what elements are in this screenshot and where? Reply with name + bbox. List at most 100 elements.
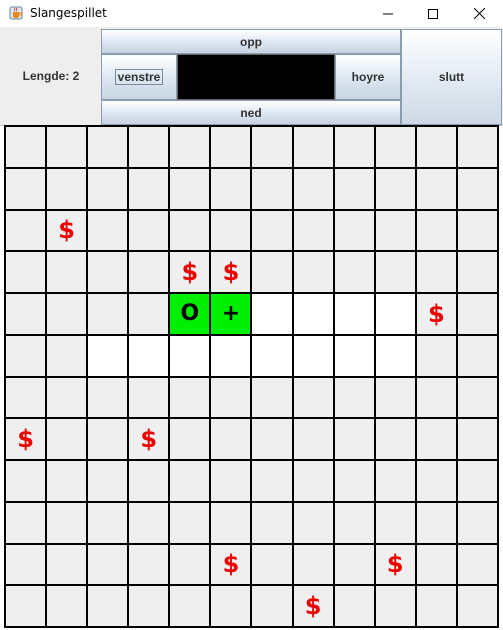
board-cell	[252, 502, 294, 545]
up-button[interactable]: opp	[101, 29, 401, 54]
board-cell	[252, 168, 294, 211]
board-cell	[375, 127, 417, 169]
board-cell	[170, 461, 212, 503]
board-cell	[170, 544, 212, 587]
board-cell	[457, 335, 499, 378]
board-cell	[47, 502, 89, 545]
board-cell	[457, 127, 499, 169]
board-cell	[375, 461, 417, 503]
visited-cell	[129, 335, 171, 378]
board-cell	[293, 127, 335, 169]
board-cell	[334, 168, 376, 211]
board-cell	[6, 168, 48, 211]
maximize-icon	[428, 8, 438, 19]
board-cell	[416, 252, 458, 294]
board-cell	[129, 127, 171, 169]
board-cell	[88, 377, 130, 420]
visited-cell	[334, 294, 376, 336]
board-cell	[252, 461, 294, 503]
board-cell	[457, 294, 499, 336]
board-cell	[252, 377, 294, 420]
food-cell: $	[170, 252, 212, 294]
board-cell	[47, 586, 89, 628]
board-cell	[6, 127, 48, 169]
visited-cell	[293, 335, 335, 378]
visited-cell	[211, 335, 253, 378]
board-cell	[6, 377, 48, 420]
board-cell	[211, 127, 253, 169]
visited-cell	[170, 335, 212, 378]
board-cell	[129, 544, 171, 587]
board-cell	[129, 210, 171, 253]
board-cell	[211, 168, 253, 211]
board-cell	[457, 377, 499, 420]
quit-button[interactable]: slutt	[401, 29, 502, 125]
board-cell	[457, 419, 499, 461]
board-cell	[375, 586, 417, 628]
board-cell	[47, 252, 89, 294]
food-cell: $	[6, 419, 48, 461]
board-cell	[6, 461, 48, 503]
right-button[interactable]: hoyre	[335, 54, 401, 100]
snake-body-cell: +	[211, 294, 253, 336]
board-cell	[129, 168, 171, 211]
board-cell	[252, 210, 294, 253]
board-cell	[416, 377, 458, 420]
board-cell	[170, 586, 212, 628]
board-cell	[6, 252, 48, 294]
board-cell	[334, 210, 376, 253]
close-button[interactable]	[456, 0, 502, 27]
board-cell	[129, 377, 171, 420]
food-cell: $	[375, 544, 417, 587]
board-cell	[457, 586, 499, 628]
board-cell	[375, 502, 417, 545]
board-cell	[252, 127, 294, 169]
board-cell	[416, 461, 458, 503]
left-button[interactable]: venstre	[101, 54, 177, 100]
board-cell	[416, 335, 458, 378]
maximize-button[interactable]	[410, 0, 456, 27]
minimize-button[interactable]	[365, 0, 411, 27]
board-cell	[375, 210, 417, 253]
board-cell	[211, 461, 253, 503]
board-cell	[88, 502, 130, 545]
window-title: Slangespillet	[30, 6, 107, 20]
board-cell	[47, 544, 89, 587]
board-cell	[334, 419, 376, 461]
board-cell	[211, 502, 253, 545]
board-cell	[293, 419, 335, 461]
board-cell	[211, 586, 253, 628]
board-cell	[375, 419, 417, 461]
board-cell	[293, 544, 335, 587]
board-cell	[88, 586, 130, 628]
down-button[interactable]: ned	[101, 100, 401, 125]
food-cell: $	[293, 586, 335, 628]
board-cell	[457, 252, 499, 294]
board-cell	[457, 544, 499, 587]
board-cell	[88, 168, 130, 211]
java-cup-icon	[9, 6, 23, 20]
board-cell	[375, 168, 417, 211]
board-cell	[293, 168, 335, 211]
board-cell	[88, 127, 130, 169]
food-cell: $	[211, 544, 253, 587]
board-cell	[375, 252, 417, 294]
board-cell	[334, 252, 376, 294]
visited-cell	[375, 335, 417, 378]
board-cell	[252, 544, 294, 587]
board-cell	[129, 586, 171, 628]
board-cell	[252, 419, 294, 461]
board-cell	[211, 377, 253, 420]
board-cell	[293, 210, 335, 253]
board-cell	[88, 544, 130, 587]
board-cell	[334, 461, 376, 503]
board-cell	[457, 210, 499, 253]
board-cell	[211, 419, 253, 461]
length-label: Lengde: 2	[22, 69, 80, 83]
board-cell	[416, 419, 458, 461]
board-cell	[47, 377, 89, 420]
board-cell	[170, 127, 212, 169]
board-cell	[211, 210, 253, 253]
control-panel: Lengde: 2 opp venstre hoyre ned slutt	[0, 27, 503, 126]
board-cell	[170, 210, 212, 253]
